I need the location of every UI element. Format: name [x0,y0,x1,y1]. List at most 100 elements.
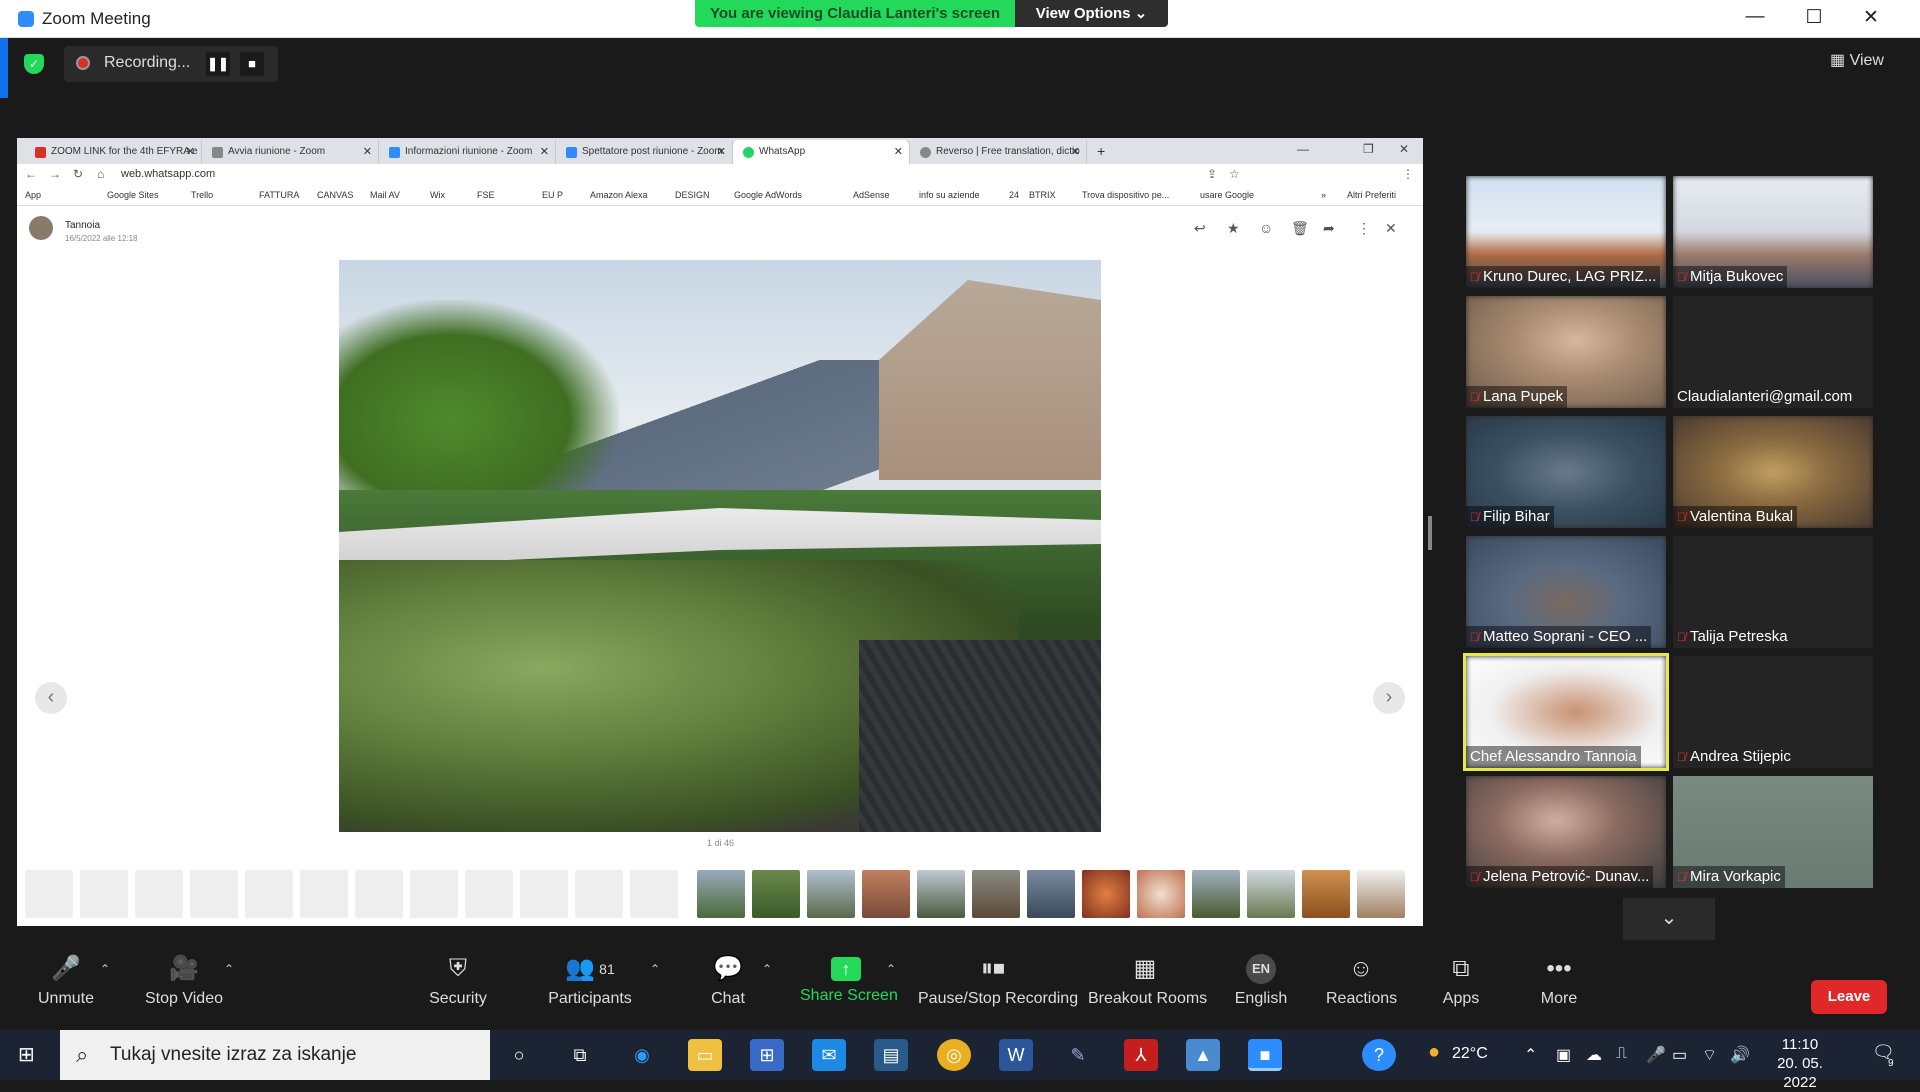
gallery-next-page-button[interactable]: ⌄ [1623,898,1715,940]
taskbar-search[interactable]: ⌕ Tukaj vnesite izraz za iskanje [60,1030,490,1080]
react-icon[interactable]: ☺ [1259,220,1273,236]
participant-tile[interactable]: 🎙̸ Kruno Durec, LAG PRIZ... [1466,176,1666,288]
bookmark-star-icon[interactable]: ☆ [1229,167,1240,181]
participant-tile[interactable]: 🎙̸ Mira Vorkapic [1673,776,1873,888]
reactions-button[interactable]: ☺ Reactions [1326,954,1397,1008]
cortana-icon[interactable]: ○ [502,1039,536,1071]
share-options-caret[interactable]: ⌃ [886,962,896,976]
participants-options-caret[interactable]: ⌃ [650,962,660,976]
search-input[interactable]: Tukaj vnesite izraz za iskanje [110,1044,356,1066]
window-maximize-icon[interactable]: ❐ [1363,142,1374,156]
share-screen-button[interactable]: ↑ Share Screen [800,954,898,1005]
task-view-icon[interactable]: ⧉ [563,1039,597,1071]
thumbnail[interactable] [575,870,623,918]
new-tab-button[interactable]: + [1087,140,1117,164]
chat-options-caret[interactable]: ⌃ [762,962,772,976]
window-minimize-icon[interactable]: — [1297,142,1309,156]
bookmark[interactable]: EU P [542,190,563,200]
participant-tile[interactable]: 🎙̸ Filip Bihar [1466,416,1666,528]
thumbnail[interactable] [862,870,910,918]
language-button[interactable]: EN English [1230,954,1292,1008]
close-button[interactable]: ✕ [1851,6,1891,29]
camera-tray-icon[interactable]: ▣ [1556,1045,1571,1065]
bookmark[interactable]: Trello [191,190,213,200]
security-button[interactable]: ⛨ Security [428,954,488,1008]
previous-media-button[interactable]: ‹ [35,682,67,714]
split-resize-handle[interactable] [1428,516,1432,550]
photos-icon[interactable]: ▲ [1186,1039,1220,1071]
bookmark[interactable]: FSE [477,190,495,200]
bookmark[interactable]: Amazon Alexa [590,190,648,200]
bookmark[interactable]: info su aziende [919,190,980,200]
tab-close-icon[interactable]: ✕ [1071,145,1080,158]
thumbnail[interactable] [1302,870,1350,918]
thumbnail[interactable] [80,870,128,918]
battery-icon[interactable]: ▭ [1672,1045,1687,1065]
bookmark[interactable]: App [25,190,41,200]
stop-video-button[interactable]: 🎥 Stop Video [142,954,226,1008]
bookmark[interactable]: Google Sites [107,190,159,200]
breakout-rooms-button[interactable]: ▦ Breakout Rooms [1088,954,1207,1008]
zoom-taskbar-icon[interactable]: ■ [1248,1039,1282,1071]
tray-expand-icon[interactable]: ⌃ [1524,1045,1537,1065]
view-options-button[interactable]: View Options ⌄ [1015,0,1168,27]
next-media-button[interactable]: › [1373,682,1405,714]
thumbnail[interactable] [25,870,73,918]
network-tray-icon[interactable]: ⎍ [1616,1045,1627,1063]
calculator-icon[interactable]: ▤ [874,1039,908,1071]
audio-options-caret[interactable]: ⌃ [100,962,110,976]
cloud-tray-icon[interactable]: ☁ [1586,1045,1602,1065]
browser-tab-active[interactable]: WhatsApp ✕ [733,140,910,164]
thumbnail-selected[interactable] [697,870,745,918]
mail-icon[interactable]: ✉ [812,1039,846,1071]
participant-tile[interactable]: 🎙̸ Mitja Bukovec [1673,176,1873,288]
temperature[interactable]: 22°C [1452,1045,1488,1063]
pause-recording-button[interactable]: ❚❚ [206,52,230,76]
word-icon[interactable]: W [999,1039,1033,1071]
home-icon[interactable]: ⌂ [97,167,104,181]
reload-icon[interactable]: ↻ [73,167,83,181]
participant-tile[interactable]: 🎙̸ Lana Pupek [1466,296,1666,408]
avatar[interactable] [29,216,53,240]
apps-button[interactable]: ⧉ Apps [1436,954,1486,1008]
chrome-icon[interactable]: ◎ [937,1039,971,1071]
delete-icon[interactable]: 🗑 [1291,220,1309,237]
reply-icon[interactable]: ↩ [1194,220,1206,237]
thumbnail[interactable] [465,870,513,918]
participant-tile[interactable]: 🎙̸ Jelena Petrović- Dunav... [1466,776,1666,888]
thumbnail[interactable] [1082,870,1130,918]
bookmark[interactable]: BTRIX [1029,190,1056,200]
unmute-button[interactable]: 🎤 Unmute [36,954,96,1008]
bookmark[interactable]: Mail AV [370,190,400,200]
more-options-icon[interactable]: ⋮ [1357,220,1371,237]
browser-tab[interactable]: ZOOM LINK for the 4th EFYRA e ✕ [25,140,202,164]
bookmark[interactable]: FATTURA [259,190,299,200]
forward-icon[interactable]: ➦ [1323,220,1335,237]
thumbnail[interactable] [410,870,458,918]
thumbnail[interactable] [807,870,855,918]
tab-close-icon[interactable]: ✕ [540,145,549,158]
browser-tab[interactable]: Informazioni riunione - Zoom ✕ [379,140,556,164]
thumbnail[interactable] [752,870,800,918]
microphone-tray-icon[interactable]: 🎤 [1646,1045,1666,1065]
maximize-button[interactable]: ☐ [1794,6,1834,29]
thumbnail[interactable] [1137,870,1185,918]
url-field[interactable]: web.whatsapp.com [121,168,215,180]
pause-stop-recording-button[interactable]: ⏸⏹ Pause/Stop Recording [918,954,1078,1008]
bookmark[interactable]: DESIGN [675,190,710,200]
browser-tab[interactable]: Reverso | Free translation, dictio ✕ [910,140,1087,164]
acrobat-icon[interactable]: ⅄ [1124,1039,1158,1071]
wifi-icon[interactable]: ⌔ [1702,1045,1717,1065]
tab-close-icon[interactable]: ✕ [717,145,726,158]
more-bookmarks-icon[interactable]: » [1321,190,1326,200]
participants-button[interactable]: 👥 81 Participants [544,954,636,1008]
browser-menu-icon[interactable]: ⋮ [1402,167,1414,181]
thumbnail[interactable] [135,870,183,918]
video-options-caret[interactable]: ⌃ [224,962,234,976]
thumbnail[interactable] [972,870,1020,918]
thumbnail[interactable] [1247,870,1295,918]
thumbnail[interactable] [300,870,348,918]
stop-recording-button[interactable]: ■ [240,52,264,76]
close-viewer-icon[interactable]: ✕ [1385,220,1397,237]
help-icon[interactable]: ? [1362,1039,1396,1071]
